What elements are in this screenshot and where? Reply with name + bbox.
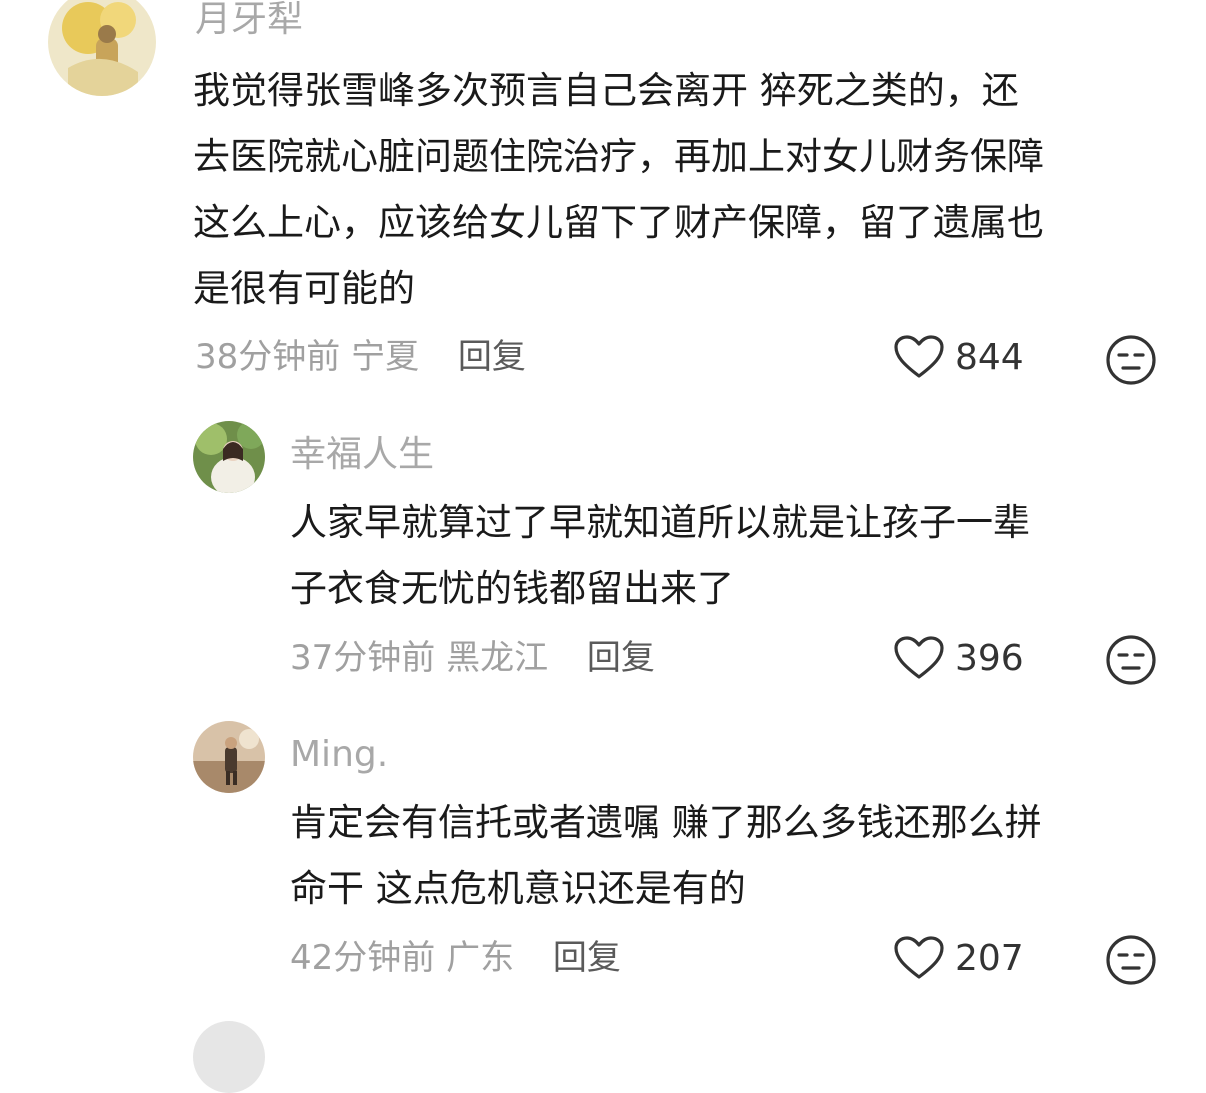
- avatar-photo-icon: [193, 721, 265, 793]
- user-avatar-partial[interactable]: [193, 1021, 265, 1093]
- user-avatar[interactable]: [193, 721, 265, 793]
- comment-username[interactable]: Ming.: [290, 737, 388, 773]
- reply-button[interactable]: 回复: [553, 938, 621, 978]
- heart-outline-icon: [894, 936, 944, 979]
- like-count: 207: [955, 937, 1024, 979]
- comment-text: 肯定会有信托或者遗嘱 赚了那么多钱还那么拼 命干 这点危机意识还是有的: [290, 790, 1170, 922]
- comment-text-line: 肯定会有信托或者遗嘱 赚了那么多钱还那么拼: [290, 801, 1042, 844]
- comment-text-line: 命干 这点危机意识还是有的: [290, 867, 746, 910]
- unamused-face-icon[interactable]: [1105, 934, 1157, 986]
- like-button[interactable]: 207: [893, 935, 1024, 981]
- comment-location: 广东: [446, 938, 515, 978]
- comment-time: 42分钟前: [290, 938, 447, 978]
- comment-item: Ming. 肯定会有信托或者遗嘱 赚了那么多钱还那么拼 命干 这点危机意识还是有…: [0, 0, 1206, 1000]
- comment-meta: 42分钟前 广东 回复: [290, 941, 621, 975]
